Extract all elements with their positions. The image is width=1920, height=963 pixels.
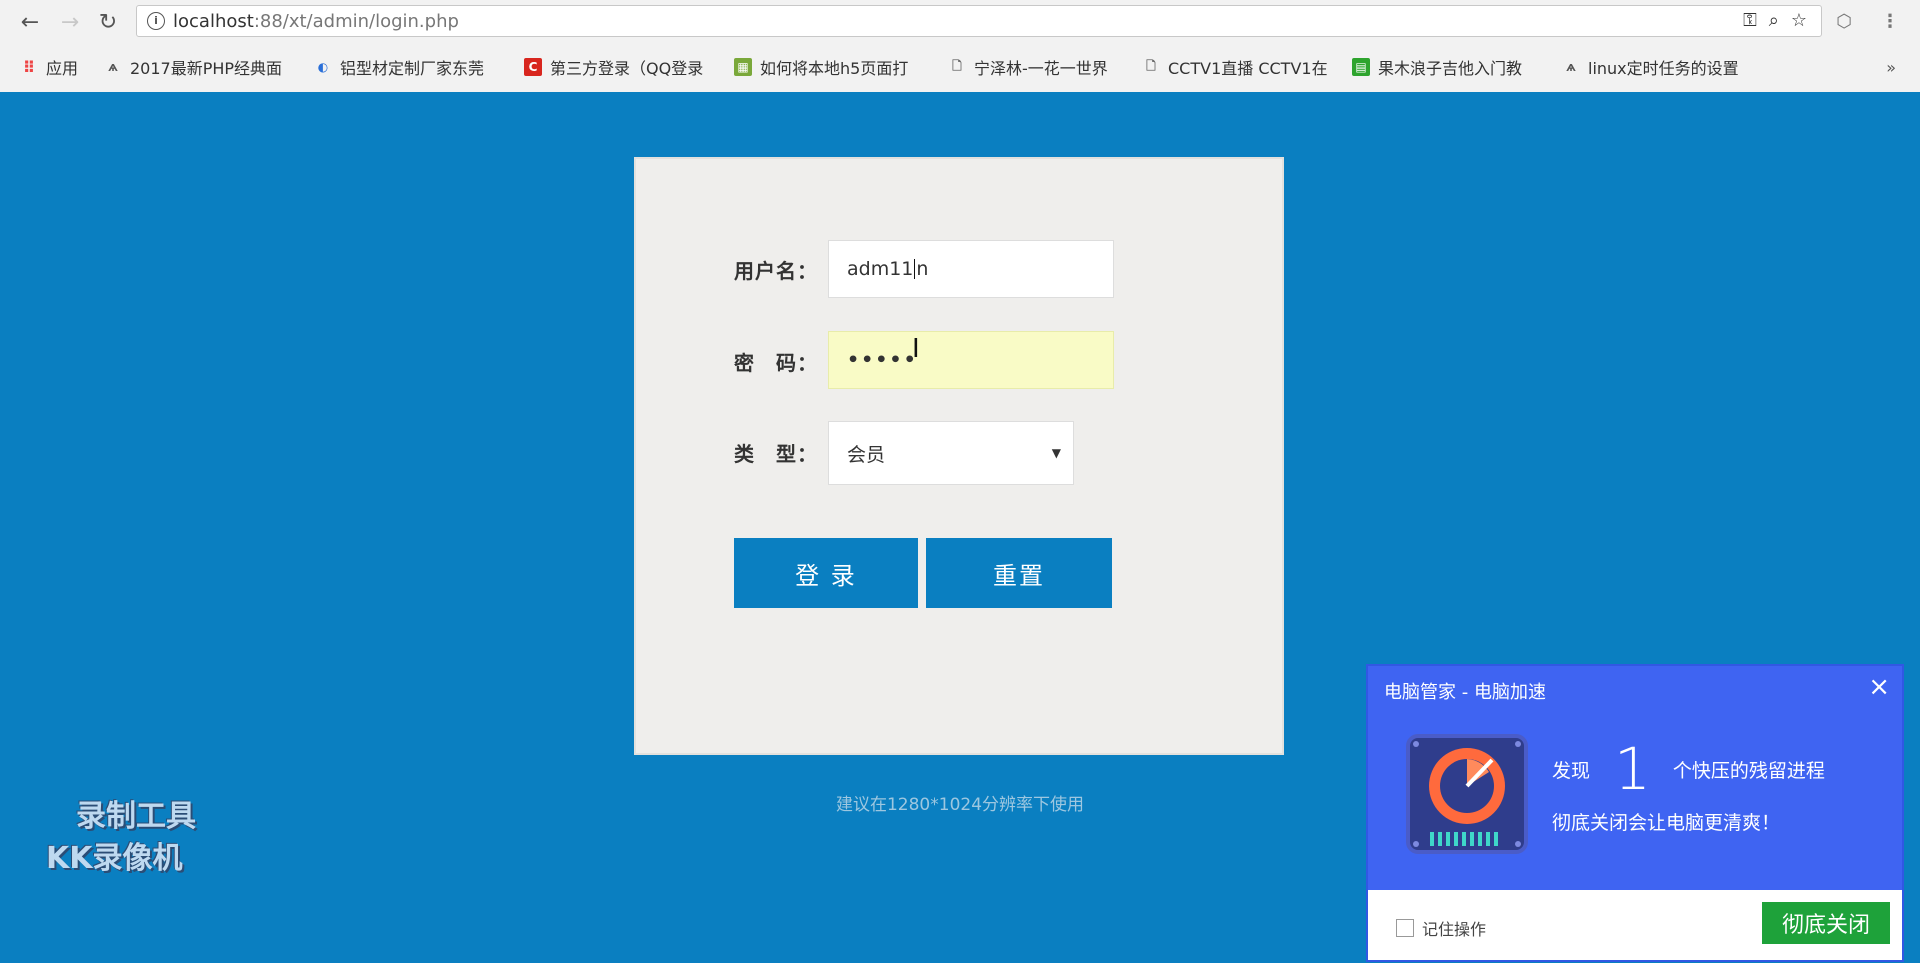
bookmark-site-icon: ▤ [1352,58,1370,76]
shield-icon: ◐ [317,60,329,74]
menu-icon[interactable]: ⋮ [1878,10,1902,34]
info-icon[interactable]: i [147,12,165,30]
remember-checkbox[interactable] [1396,919,1414,937]
bookmark-site-icon: ▦ [734,58,752,76]
recorder-watermark: 录制工具 KK录像机 [46,799,196,876]
bookmark-item[interactable]: C 第三方登录（QQ登录 [524,56,716,78]
remember-option[interactable]: 记住操作 [1396,916,1486,940]
password-input[interactable]: ••••• [828,331,1114,389]
bookmark-item[interactable]: ѧ linux定时任务的设置 [1562,56,1754,78]
paw-icon: ѧ [108,60,118,74]
bookmark-item[interactable]: ◐ 铝型材定制厂家东莞 [314,56,506,78]
browser-toolbar: ← → ↻ i localhost:88/xt/admin/login.php … [0,0,1920,44]
bookmark-item[interactable]: ▦ 如何将本地h5页面打 [734,56,926,78]
close-icon[interactable]: × [1868,672,1890,702]
browser-chrome: ← → ↻ i localhost:88/xt/admin/login.php … [0,0,1920,92]
bookmark-item[interactable]: 🗋 CCTV1直播 CCTV1在 [1142,56,1334,79]
pc-manager-popup: 电脑管家 - 电脑加速 × 发现 1 个快压的残留进程 彻底关闭会让电脑更清爽！ [1366,664,1904,962]
address-bar[interactable]: i localhost:88/xt/admin/login.php ⚿ ⌕ ☆ [136,5,1822,37]
dropdown-arrow-icon: ▼ [1051,446,1061,460]
star-icon[interactable]: ☆ [1791,10,1807,31]
back-icon[interactable]: ← [16,8,44,36]
bookmark-apps[interactable]: ⠿ 应用 [20,56,78,79]
zoom-icon[interactable]: ⌕ [1769,10,1779,31]
popup-advice: 彻底关闭会让电脑更清爽！ [1552,812,1781,834]
page-icon: 🗋 [1146,58,1156,73]
login-button[interactable]: 登 录 [734,538,918,608]
apps-grid-icon: ⠿ [22,57,36,77]
password-label: 密 码： [734,351,818,375]
text-caret [914,259,916,279]
popup-title: 电脑管家 - 电脑加速 [1384,682,1546,703]
close-all-button[interactable]: 彻底关闭 [1762,902,1890,944]
bookmark-item[interactable]: 🗋 宁泽林-一花一世界 [948,56,1126,79]
forward-icon[interactable]: → [56,8,84,36]
process-count: 1 [1614,735,1651,803]
bookmarks-bar: ⠿ 应用 ѧ 2017最新PHP经典面 ◐ 铝型材定制厂家东莞 C 第三方登录（… [0,50,1920,84]
text-cursor-icon: I [912,334,920,364]
page-icon: 🗋 [952,58,962,73]
key-icon[interactable]: ⚿ [1743,10,1757,31]
bookmarks-more-icon[interactable]: » [1886,58,1896,77]
c-logo-icon: C [524,58,542,76]
speed-disk-icon [1406,734,1528,854]
bookmark-item[interactable]: ѧ 2017最新PHP经典面 [104,56,294,78]
paw-icon: ѧ [1566,60,1576,74]
bookmark-item[interactable]: ▤ 果木浪子吉他入门教 [1352,56,1544,78]
login-panel: 用户名： adm11 n 密 码： ••••• 类 型： 会员 ▼ 登 录 重置 [634,157,1284,755]
reload-icon[interactable]: ↻ [94,8,122,36]
username-input[interactable]: adm11 n [828,240,1114,298]
popup-found-message: 发现 1 个快压的残留进程 [1552,735,1825,803]
url-text[interactable]: localhost:88/xt/admin/login.php [173,11,459,32]
reset-button[interactable]: 重置 [926,538,1112,608]
extension-icon[interactable]: ⬡ [1832,10,1856,34]
username-label: 用户名： [734,259,818,283]
type-select[interactable]: 会员 ▼ [828,421,1074,485]
popup-header: 电脑管家 - 电脑加速 × 发现 1 个快压的残留进程 彻底关闭会让电脑更清爽！ [1368,666,1902,890]
type-label: 类 型： [734,442,818,466]
